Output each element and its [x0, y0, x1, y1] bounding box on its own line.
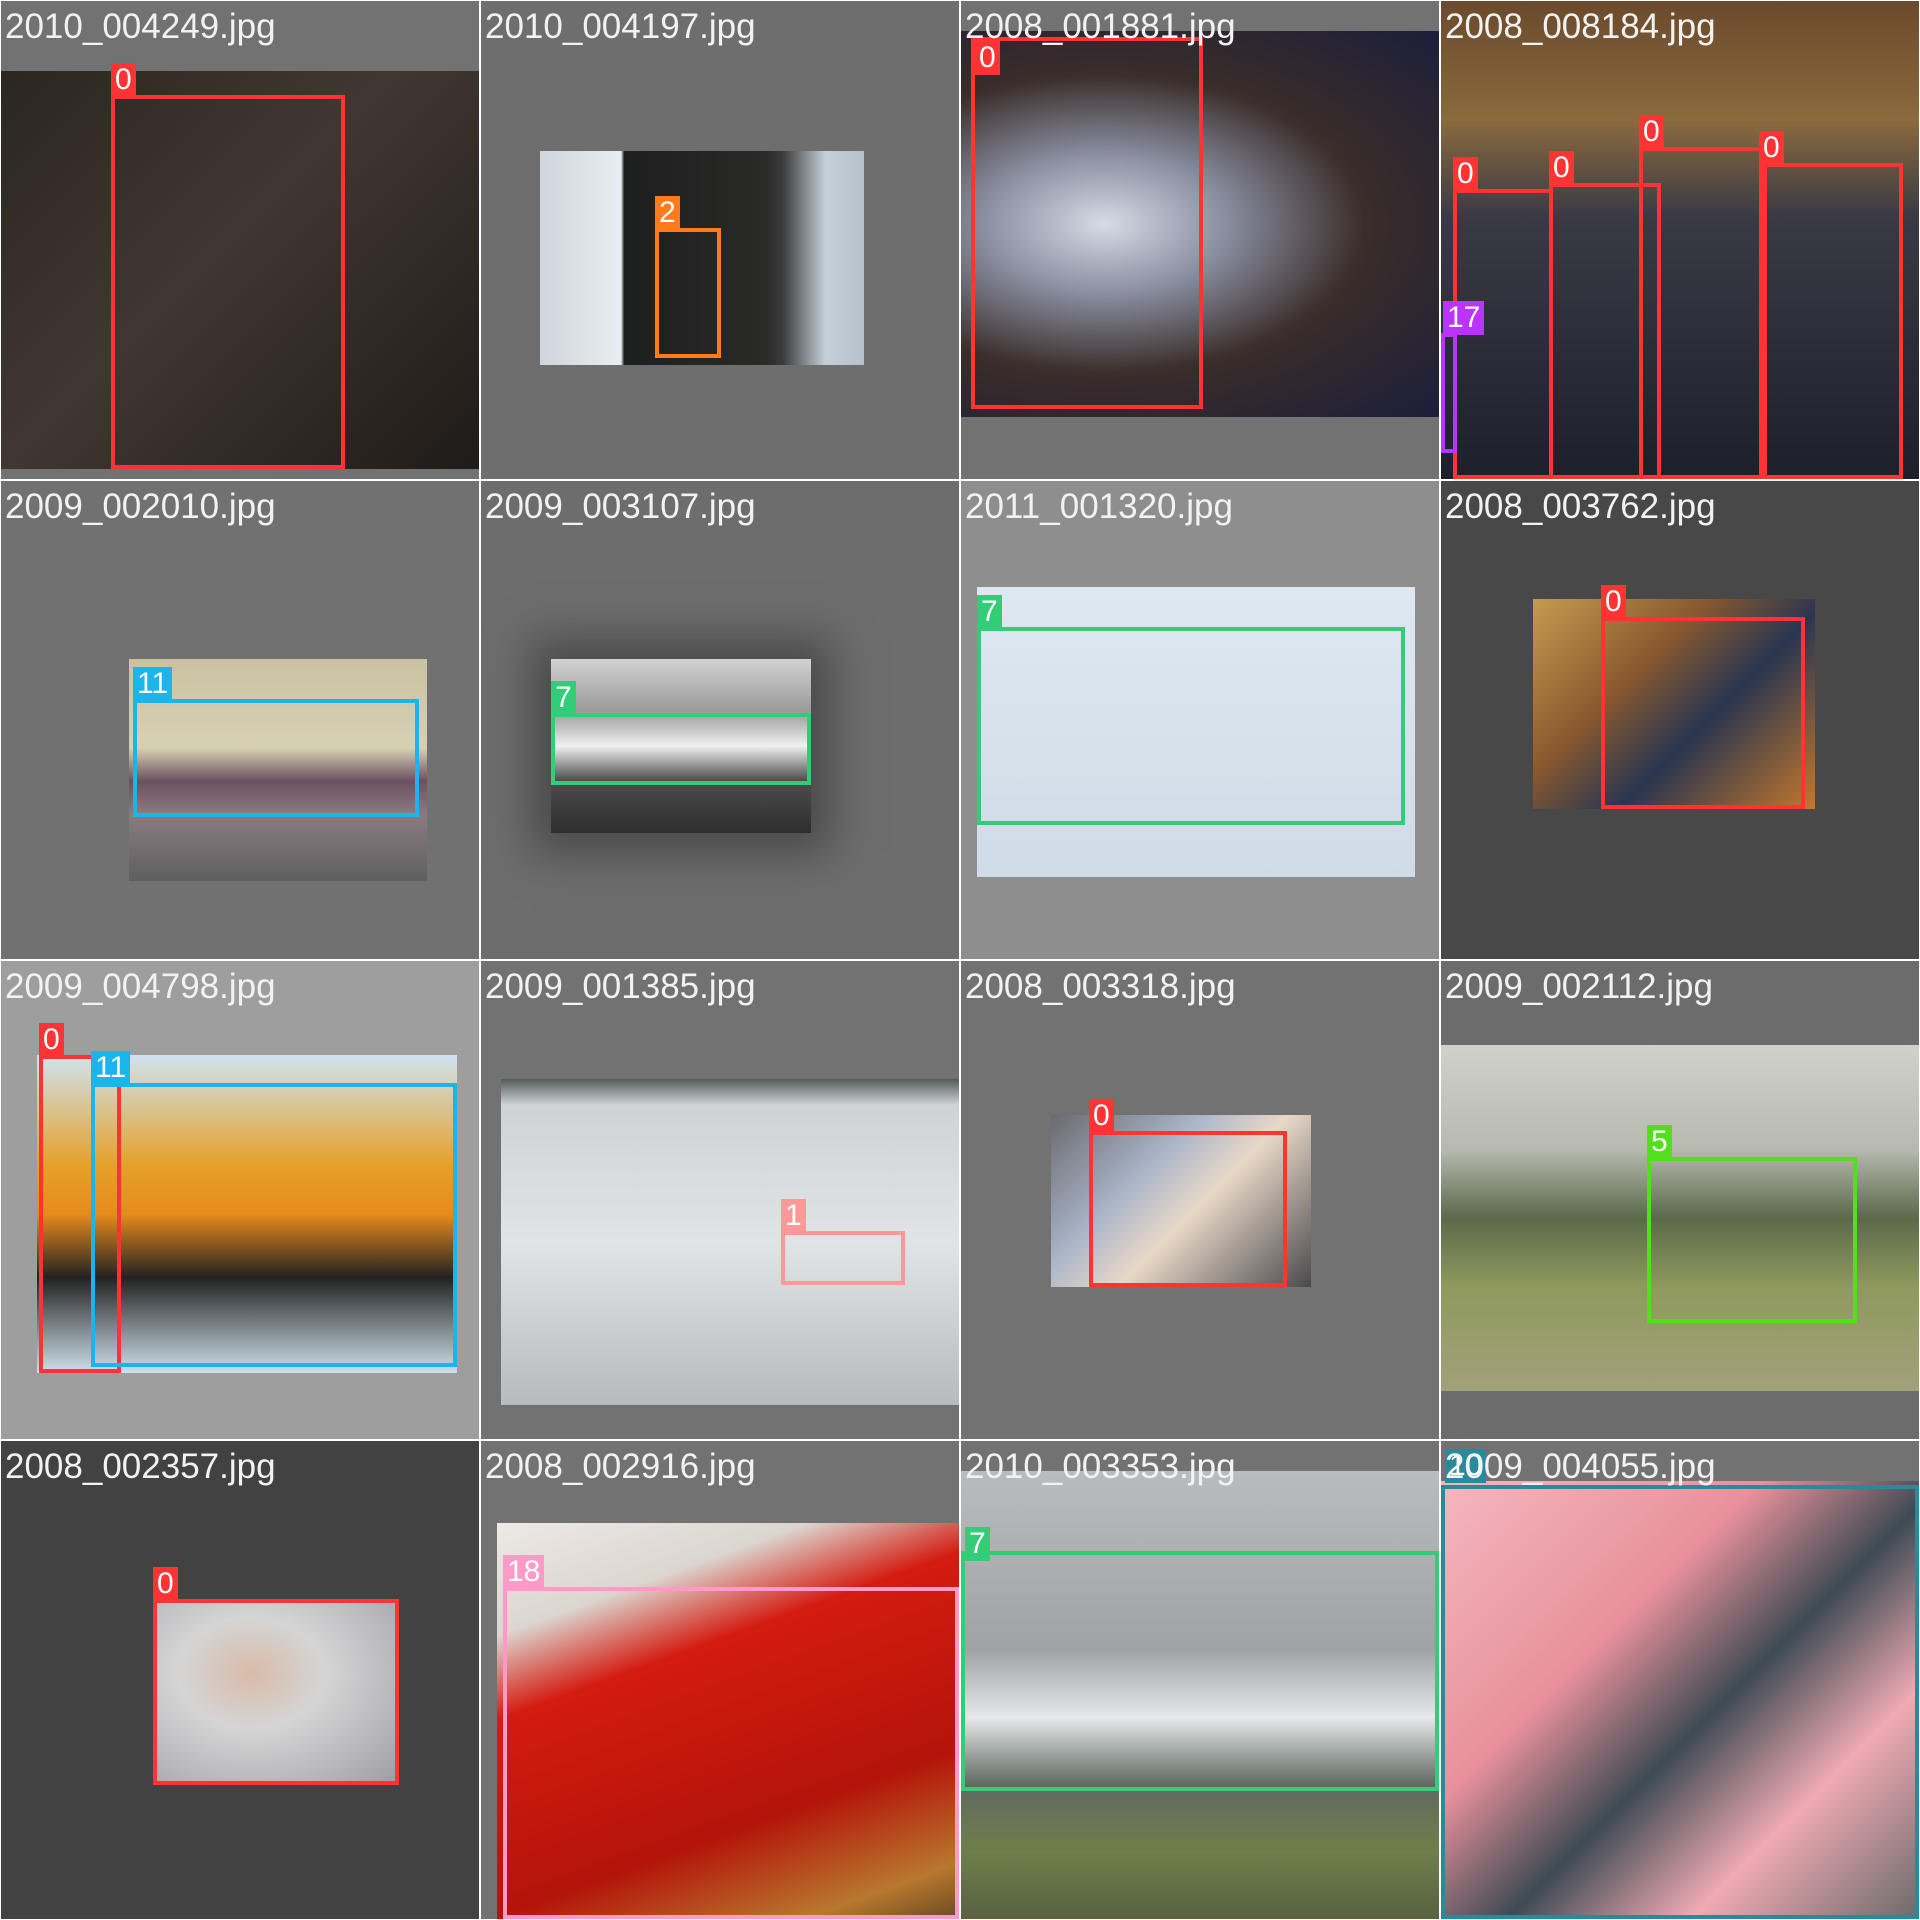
bounding-box: 0	[111, 63, 345, 469]
grid-tile[interactable]: 2009_002112.jpg 5	[1441, 961, 1919, 1439]
class-label: 18	[503, 1555, 545, 1589]
filename-label: 2010_003353.jpg	[965, 1447, 1236, 1486]
filename-label: 2008_003318.jpg	[965, 967, 1236, 1006]
bounding-box: 0	[1089, 1099, 1287, 1287]
grid-tile[interactable]: 2011_001320.jpg 7	[961, 481, 1439, 959]
bounding-box: 0	[971, 37, 1203, 409]
bounding-box: 7	[961, 1527, 1439, 1791]
class-label: 0	[39, 1023, 64, 1057]
bounding-box: 17	[1441, 301, 1485, 453]
grid-tile[interactable]: 2010_004249.jpg 0	[1, 1, 479, 479]
image-grid: 2010_004249.jpg 0 2010_004197.jpg 2 2008…	[0, 0, 1920, 1920]
bounding-box: 10	[1441, 1449, 1919, 1919]
bounding-box: 2	[655, 196, 721, 358]
bounding-box: 0	[1639, 115, 1767, 479]
class-label: 0	[1639, 115, 1664, 149]
filename-label: 2008_001881.jpg	[965, 7, 1236, 46]
bounding-box: 11	[91, 1051, 457, 1367]
class-label: 11	[133, 667, 173, 701]
bounding-box: 0	[1601, 585, 1805, 809]
bounding-box: 0	[153, 1567, 399, 1785]
filename-label: 2008_002916.jpg	[485, 1447, 756, 1486]
class-label: 7	[965, 1527, 990, 1561]
class-label: 2	[655, 196, 680, 230]
class-label: 5	[1647, 1125, 1672, 1159]
bounding-box: 7	[551, 681, 811, 785]
filename-label: 2011_001320.jpg	[965, 487, 1233, 526]
grid-tile[interactable]: 2009_001385.jpg 1	[481, 961, 959, 1439]
bounding-box: 1	[781, 1199, 905, 1285]
grid-tile[interactable]: 2010_004197.jpg 2	[481, 1, 959, 479]
grid-tile[interactable]: 2009_003107.jpg 7	[481, 481, 959, 959]
grid-tile[interactable]: 2009_002010.jpg 11	[1, 481, 479, 959]
filename-label: 2010_004197.jpg	[485, 7, 756, 46]
class-label: 0	[1549, 151, 1574, 185]
class-label: 0	[1601, 585, 1626, 619]
class-label: 7	[551, 681, 576, 715]
grid-tile[interactable]: 2008_003762.jpg 0	[1441, 481, 1919, 959]
bounding-box: 18	[503, 1555, 959, 1919]
filename-label: 2008_003762.jpg	[1445, 487, 1716, 526]
bounding-box: 5	[1647, 1125, 1857, 1323]
filename-label: 2009_002010.jpg	[5, 487, 276, 526]
filename-label: 2008_008184.jpg	[1445, 7, 1716, 46]
filename-label: 2010_004249.jpg	[5, 7, 276, 46]
grid-tile[interactable]: 2008_002916.jpg 18	[481, 1441, 959, 1919]
class-label: 0	[1089, 1099, 1114, 1133]
filename-label: 2008_002357.jpg	[5, 1447, 276, 1486]
filename-label: 2009_003107.jpg	[485, 487, 756, 526]
class-label: 7	[977, 595, 1002, 629]
filename-label: 2009_004798.jpg	[5, 967, 276, 1006]
class-label: 11	[91, 1051, 131, 1085]
grid-tile[interactable]: 2009_004055.jpg 10	[1441, 1441, 1919, 1919]
class-label: 0	[153, 1567, 178, 1601]
filename-label: 2009_002112.jpg	[1445, 967, 1713, 1006]
grid-tile[interactable]: 2010_003353.jpg 7	[961, 1441, 1439, 1919]
grid-tile[interactable]: 2009_004798.jpg 0 11	[1, 961, 479, 1439]
grid-tile[interactable]: 2008_002357.jpg 0	[1, 1441, 479, 1919]
bounding-box: 7	[977, 595, 1405, 825]
filename-label: 2009_001385.jpg	[485, 967, 756, 1006]
class-label: 0	[1453, 157, 1478, 191]
grid-tile[interactable]: 2008_008184.jpg 0 0 0 0 17	[1441, 1, 1919, 479]
bounding-box: 11	[133, 667, 419, 817]
class-label: 0	[1759, 131, 1784, 165]
grid-tile[interactable]: 2008_003318.jpg 0	[961, 961, 1439, 1439]
class-label: 1	[781, 1199, 806, 1233]
bounding-box: 0	[1759, 131, 1903, 479]
grid-tile[interactable]: 2008_001881.jpg 0	[961, 1, 1439, 479]
class-label: 0	[111, 63, 136, 97]
class-label: 17	[1443, 301, 1485, 335]
filename-label: 2009_004055.jpg	[1445, 1447, 1716, 1486]
